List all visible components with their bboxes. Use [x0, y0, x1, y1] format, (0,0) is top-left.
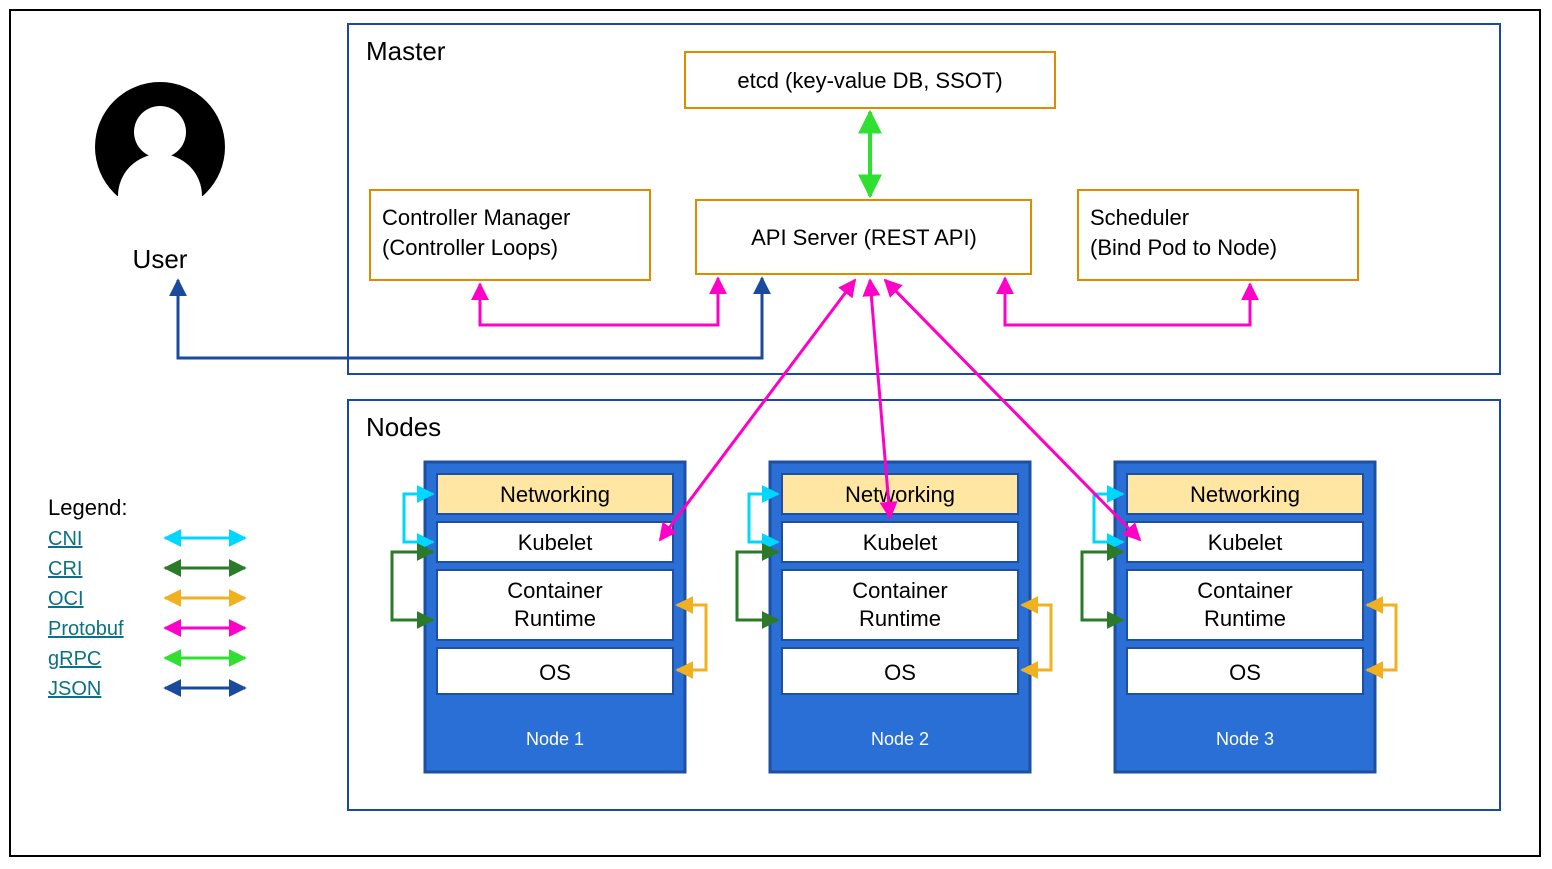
scheduler-label2: (Bind Pod to Node) [1090, 235, 1277, 260]
node-3-runtime1: Container [1197, 578, 1292, 603]
legend-item-grpc[interactable]: gRPC [48, 648, 101, 670]
scheduler-label1: Scheduler [1090, 205, 1189, 230]
node-3-label: Node 3 [1216, 729, 1274, 749]
node-3-networking: Networking [1190, 482, 1300, 507]
node-1-networking: Networking [500, 482, 610, 507]
architecture-diagram: User Master etcd (key-value DB, SSOT) Co… [0, 0, 1552, 869]
node-3-os: OS [1229, 660, 1261, 685]
node-2-networking: Networking [845, 482, 955, 507]
node-2: Networking Kubelet Container Runtime OS … [737, 462, 1051, 772]
user-label: User [133, 244, 188, 274]
user-icon [90, 82, 230, 236]
node-3: Networking Kubelet Container Runtime OS … [1082, 462, 1396, 772]
node-2-runtime2: Runtime [859, 606, 941, 631]
legend-item-cri[interactable]: CRI [48, 558, 82, 580]
node-1-label: Node 1 [526, 729, 584, 749]
node-2-os: OS [884, 660, 916, 685]
legend-item-json[interactable]: JSON [48, 678, 101, 700]
controller-manager-label1: Controller Manager [382, 205, 570, 230]
node-1-kubelet: Kubelet [518, 530, 593, 555]
legend-item-oci[interactable]: OCI [48, 588, 84, 610]
legend-item-protobuf[interactable]: Protobuf [48, 618, 124, 640]
etcd-label: etcd (key-value DB, SSOT) [737, 68, 1002, 93]
node-3-runtime2: Runtime [1204, 606, 1286, 631]
controller-manager-label2: (Controller Loops) [382, 235, 558, 260]
node-1-os: OS [539, 660, 571, 685]
node-2-runtime1: Container [852, 578, 947, 603]
node-3-kubelet: Kubelet [1208, 530, 1283, 555]
legend-item-cni[interactable]: CNI [48, 528, 82, 550]
node-1: Networking Kubelet Container Runtime OS … [392, 462, 706, 772]
nodes-title: Nodes [366, 412, 441, 442]
legend-title: Legend: [48, 495, 128, 520]
node-1-runtime2: Runtime [514, 606, 596, 631]
node-1-runtime1: Container [507, 578, 602, 603]
master-title: Master [366, 36, 446, 66]
api-server-label: API Server (REST API) [751, 225, 977, 250]
node-2-label: Node 2 [871, 729, 929, 749]
node-2-kubelet: Kubelet [863, 530, 938, 555]
